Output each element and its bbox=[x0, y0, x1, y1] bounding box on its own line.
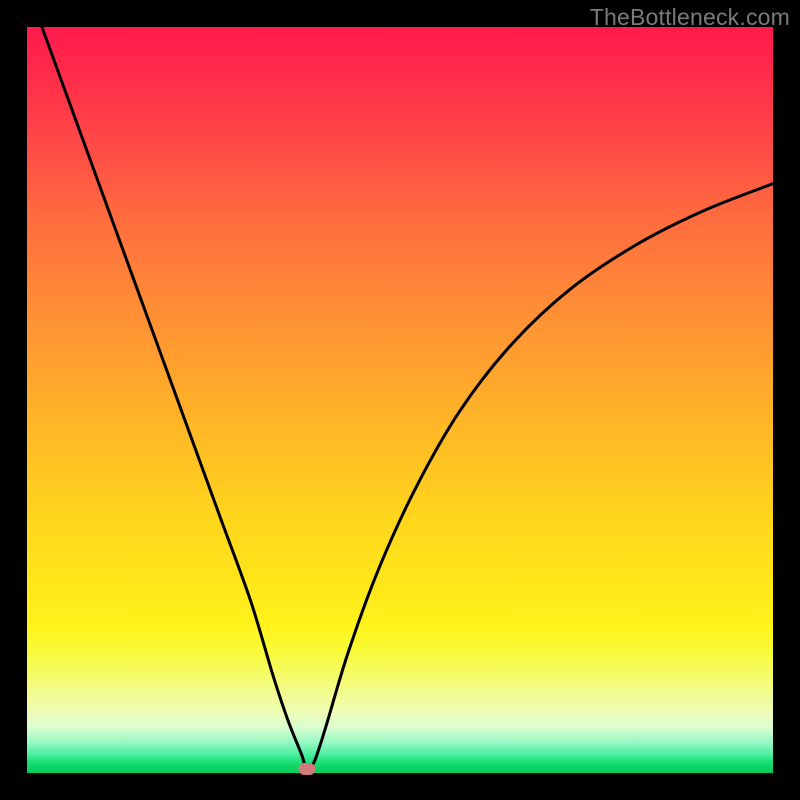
plot-area bbox=[27, 27, 773, 773]
chart-frame: TheBottleneck.com bbox=[0, 0, 800, 800]
optimal-point-marker bbox=[298, 763, 315, 775]
bottleneck-curve bbox=[27, 27, 773, 773]
watermark-text: TheBottleneck.com bbox=[590, 4, 790, 31]
